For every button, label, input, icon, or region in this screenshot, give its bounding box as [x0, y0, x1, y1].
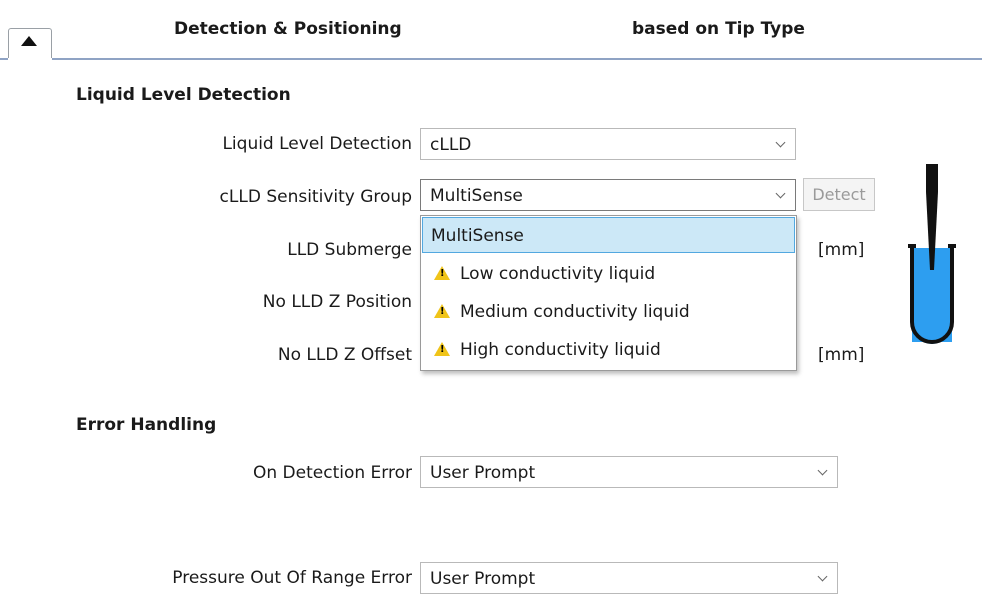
warning-icon — [434, 342, 450, 356]
detection-error-value: User Prompt — [430, 463, 536, 483]
dropdown-option-medium[interactable]: Medium conductivity liquid — [422, 294, 795, 330]
dropdown-option-high[interactable]: High conductivity liquid — [422, 332, 795, 368]
no-lld-z-offset-unit: [mm] — [818, 345, 865, 365]
error-handling-section-title: Error Handling — [76, 415, 217, 435]
submerge-unit: [mm] — [818, 240, 865, 260]
collapse-arrow-icon[interactable] — [21, 36, 37, 46]
lld-label: Liquid Level Detection — [222, 134, 412, 154]
liquid-level-section-title: Liquid Level Detection — [76, 85, 291, 105]
sensitivity-label: cLLD Sensitivity Group — [219, 187, 412, 207]
header-divider-left — [0, 58, 8, 60]
tip-tube-icon — [908, 164, 956, 344]
chevron-down-icon — [817, 465, 828, 476]
collapse-tab[interactable] — [8, 28, 52, 58]
dropdown-option-multisense[interactable]: MultiSense — [422, 217, 795, 253]
option-label: MultiSense — [431, 226, 524, 246]
sensitivity-select[interactable]: MultiSense — [420, 179, 796, 211]
chevron-down-icon — [775, 137, 786, 148]
no-lld-z-position-label: No LLD Z Position — [262, 292, 412, 312]
section-header-subtitle: based on Tip Type — [632, 19, 805, 39]
pressure-error-value: User Prompt — [430, 569, 536, 589]
submerge-label: LLD Submerge — [287, 240, 412, 260]
pressure-error-select[interactable]: User Prompt — [420, 562, 838, 594]
detection-error-label: On Detection Error — [253, 463, 412, 483]
chevron-down-icon — [817, 571, 828, 582]
no-lld-z-offset-label: No LLD Z Offset — [277, 345, 412, 365]
header-divider — [52, 58, 982, 60]
detect-button[interactable]: Detect — [803, 178, 875, 211]
warning-icon — [434, 266, 450, 280]
dropdown-option-low[interactable]: Low conductivity liquid — [422, 256, 795, 292]
chevron-down-icon — [775, 188, 786, 199]
option-label: Medium conductivity liquid — [460, 302, 690, 322]
pressure-error-label: Pressure Out Of Range Error — [172, 568, 412, 588]
warning-icon — [434, 304, 450, 318]
detection-error-select[interactable]: User Prompt — [420, 456, 838, 488]
sensitivity-select-value: MultiSense — [430, 186, 523, 206]
section-header-title: Detection & Positioning — [174, 19, 402, 39]
lld-select-value: cLLD — [430, 135, 472, 155]
sensitivity-dropdown-list: MultiSense Low conductivity liquid Mediu… — [420, 215, 797, 371]
option-label: Low conductivity liquid — [460, 264, 656, 284]
option-label: High conductivity liquid — [460, 340, 661, 360]
lld-select[interactable]: cLLD — [420, 128, 796, 160]
